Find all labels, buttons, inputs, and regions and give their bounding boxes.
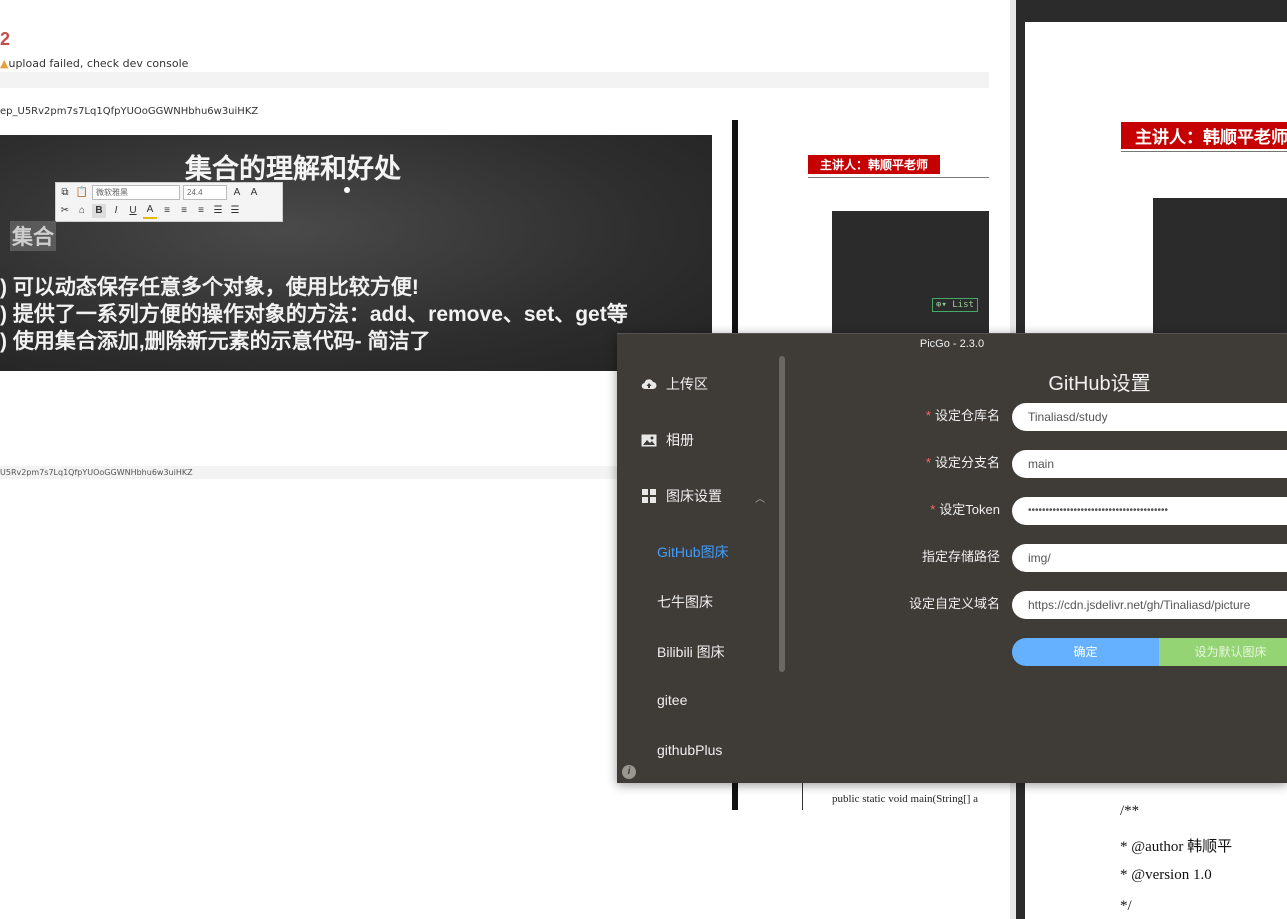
list-icon: ☰	[213, 205, 223, 216]
paste-icon: 📋	[75, 187, 89, 198]
slide-line-1: ) 可以动态保存任意多个对象，使用比较方便!	[0, 276, 419, 299]
window-title: PicGo - 2.3.0	[919, 338, 985, 350]
bold-icon: B	[92, 203, 106, 218]
repo-input[interactable]: Tinaliasd/study	[1012, 403, 1287, 431]
slide-word: 集合	[10, 221, 56, 251]
info-icon[interactable]: i	[622, 765, 636, 779]
lecturer-rule-large	[1121, 151, 1287, 152]
sidebar-item-label: 相册	[666, 432, 694, 448]
code-comment-1: /**	[1120, 803, 1140, 819]
sidebar-item-upload[interactable]: 上传区	[617, 364, 777, 404]
diagram-image	[832, 211, 989, 336]
cut-icon: ✂	[60, 205, 70, 216]
token-label: * 设定Token	[930, 502, 1000, 517]
settings-title: GitHub设置	[1048, 373, 1151, 395]
align-center-icon: ≡	[181, 205, 187, 216]
code-border	[802, 780, 803, 810]
path-input[interactable]: img/	[1012, 544, 1287, 572]
sidebar-sub-gitee[interactable]: gitee	[657, 692, 687, 708]
list-node: ⊕▾ List	[932, 298, 978, 312]
underline-icon: U	[129, 205, 137, 216]
format-toolbar: ⧉ 📋 微软雅黑 24.4 A A ✂ ⌂ B I U A ≡ ≡ ≡ ☰ ☰	[55, 182, 283, 222]
set-default-button[interactable]: 设为默认图床	[1159, 638, 1287, 666]
token-input[interactable]: ••••••••••••••••••••••••••••••••••••••••	[1012, 497, 1287, 525]
upload-warning: ▲upload failed, check dev console	[0, 57, 189, 70]
domain-label: 设定自定义域名	[908, 596, 1000, 611]
brush-icon: ⌂	[78, 205, 86, 216]
sidebar-item-label: 图床设置	[666, 488, 722, 504]
grow-font-icon: A	[233, 187, 241, 198]
confirm-button[interactable]: 确定	[1012, 638, 1159, 666]
lecturer-rule	[808, 177, 989, 178]
lecturer-label: 主讲人：韩顺平老师	[808, 155, 941, 174]
italic-icon: I	[114, 205, 118, 216]
align-right-icon: ≡	[198, 205, 204, 216]
list-node-icon: ⊕▾	[936, 300, 953, 310]
code-comment-4: */	[1120, 898, 1132, 914]
font-color-icon: A	[143, 203, 157, 219]
copy-icon: ⧉	[61, 187, 69, 198]
branch-input[interactable]: main	[1012, 450, 1287, 478]
repo-label: * 设定仓库名	[925, 408, 1000, 423]
size-select: 24.4	[183, 185, 227, 200]
image-icon	[640, 434, 658, 447]
slide-word-text: 集合	[12, 226, 54, 249]
doc-heading: 2	[0, 29, 11, 49]
code-comment-2: * @author 韩顺平	[1120, 839, 1233, 855]
slide-title: 集合的理解和好处	[185, 154, 401, 184]
cloud-upload-icon	[640, 378, 658, 390]
image-path-text-bottom: U5Rv2pm7s7Lq1QfpYUOoGGWNHbhu6w3uiHKZ	[0, 468, 193, 477]
font-select: 微软雅黑	[92, 185, 180, 200]
chevron-up-icon[interactable]: ︿	[755, 490, 765, 505]
slide-line-3: ) 使用集合添加,删除新元素的示意代码- 简洁了	[0, 330, 431, 353]
empty-code-line	[0, 72, 989, 88]
diagram-image-large	[1153, 198, 1287, 334]
slide-dot	[344, 187, 350, 193]
numbered-list-icon: ☰	[230, 205, 240, 216]
slide-image: 集合的理解和好处 ⧉ 📋 微软雅黑 24.4 A A ✂ ⌂ B I U A ≡…	[0, 135, 712, 371]
code-comment-3: * @version 1.0	[1120, 867, 1212, 883]
grid-icon	[640, 489, 658, 503]
sidebar-sub-qiniu[interactable]: 七牛图床	[657, 592, 713, 612]
slide-line-2: ) 提供了一系列方便的操作对象的方法：add、remove、set、get等	[0, 303, 628, 326]
sidebar-item-picbed-settings[interactable]: 图床设置	[617, 476, 777, 516]
path-label: 指定存储路径	[921, 549, 1000, 564]
code-line: public static void main(String[] a	[832, 793, 979, 805]
branch-label: * 设定分支名	[925, 455, 1000, 470]
image-path-text: ep_U5Rv2pm7s7Lq1QfpYUOoGGWNHbhu6w3uiHKZ	[0, 106, 259, 117]
sidebar-sub-bilibili[interactable]: Bilibili 图床	[657, 642, 725, 662]
sidebar-item-label: 上传区	[666, 376, 708, 392]
align-left-icon: ≡	[164, 205, 170, 216]
picgo-window: PicGo - 2.3.0 上传区 相册 图床设置 ︿ GitHub图床 七牛图…	[617, 333, 1287, 783]
domain-input[interactable]: https://cdn.jsdelivr.net/gh/Tinaliasd/pi…	[1012, 591, 1287, 619]
sidebar-item-gallery[interactable]: 相册	[617, 420, 777, 460]
lecturer-label-large: 主讲人：韩顺平老师	[1121, 122, 1287, 149]
shrink-font-icon: A	[250, 187, 258, 198]
sidebar-sub-github[interactable]: GitHub图床	[657, 542, 729, 562]
sidebar-sub-githubplus[interactable]: githubPlus	[657, 742, 722, 758]
